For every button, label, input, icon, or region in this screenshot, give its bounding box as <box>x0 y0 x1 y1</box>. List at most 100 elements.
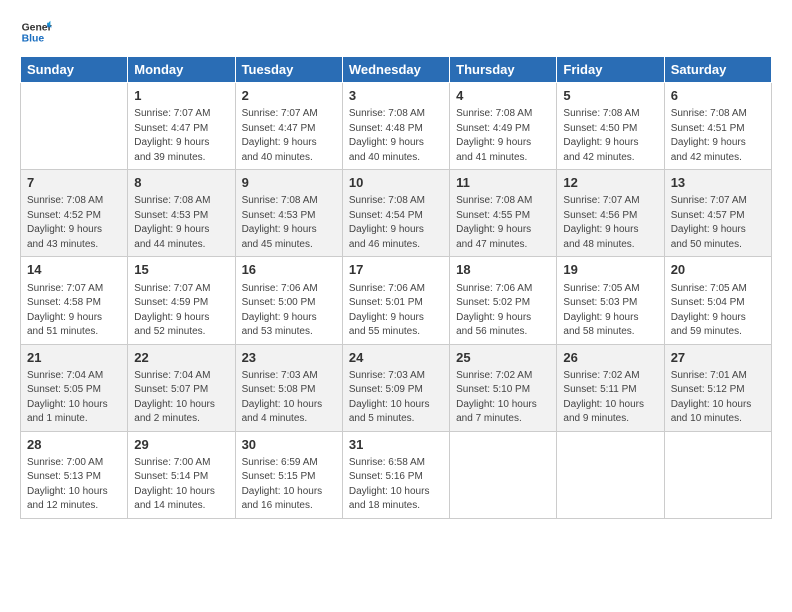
calendar-cell <box>557 431 664 518</box>
calendar-cell: 17 Sunrise: 7:06 AM Sunset: 5:01 PM Dayli… <box>342 257 449 344</box>
day-content: Sunrise: 7:06 AM Sunset: 5:00 PM Dayligh… <box>242 282 336 340</box>
day-number: 22 <box>134 349 228 367</box>
calendar-cell: 9 Sunrise: 7:08 AM Sunset: 4:53 PM Daylig… <box>235 170 342 257</box>
day-content: Sunrise: 7:01 AM Sunset: 5:12 PM Dayligh… <box>671 369 765 427</box>
day-number: 15 <box>134 261 228 279</box>
day-number: 13 <box>671 174 765 192</box>
calendar-cell: 3 Sunrise: 7:08 AM Sunset: 4:48 PM Daylig… <box>342 83 449 170</box>
calendar-cell <box>664 431 771 518</box>
calendar-table: SundayMondayTuesdayWednesdayThursdayFrid… <box>20 56 772 519</box>
day-content: Sunrise: 7:05 AM Sunset: 5:03 PM Dayligh… <box>563 282 657 340</box>
day-number: 27 <box>671 349 765 367</box>
day-number: 4 <box>456 87 550 105</box>
calendar-cell: 5 Sunrise: 7:08 AM Sunset: 4:50 PM Daylig… <box>557 83 664 170</box>
calendar-cell: 21 Sunrise: 7:04 AM Sunset: 5:05 PM Dayli… <box>21 344 128 431</box>
calendar-cell: 23 Sunrise: 7:03 AM Sunset: 5:08 PM Dayli… <box>235 344 342 431</box>
calendar-cell: 14 Sunrise: 7:07 AM Sunset: 4:58 PM Dayli… <box>21 257 128 344</box>
day-content: Sunrise: 7:06 AM Sunset: 5:01 PM Dayligh… <box>349 282 443 340</box>
day-number: 5 <box>563 87 657 105</box>
day-content: Sunrise: 7:08 AM Sunset: 4:50 PM Dayligh… <box>563 107 657 165</box>
calendar-cell: 27 Sunrise: 7:01 AM Sunset: 5:12 PM Dayli… <box>664 344 771 431</box>
day-content: Sunrise: 7:03 AM Sunset: 5:08 PM Dayligh… <box>242 369 336 427</box>
calendar-cell: 20Sunrise: 7:05 AM Sunset: 5:04 PM Dayli… <box>664 257 771 344</box>
day-content: Sunrise: 7:08 AM Sunset: 4:48 PM Dayligh… <box>349 107 443 165</box>
day-number: 17 <box>349 261 443 279</box>
day-content: Sunrise: 7:08 AM Sunset: 4:53 PM Dayligh… <box>134 194 228 252</box>
day-content: Sunrise: 7:04 AM Sunset: 5:05 PM Dayligh… <box>27 369 121 427</box>
calendar-cell: 4 Sunrise: 7:08 AM Sunset: 4:49 PM Daylig… <box>450 83 557 170</box>
calendar-cell: 18Sunrise: 7:06 AM Sunset: 5:02 PM Dayli… <box>450 257 557 344</box>
week-row-3: 14 Sunrise: 7:07 AM Sunset: 4:58 PM Dayli… <box>21 257 772 344</box>
calendar-cell: 13 Sunrise: 7:07 AM Sunset: 4:57 PM Dayli… <box>664 170 771 257</box>
day-number: 26 <box>563 349 657 367</box>
header-row: SundayMondayTuesdayWednesdayThursdayFrid… <box>21 57 772 83</box>
logo-icon: General Blue <box>20 16 52 48</box>
day-content: Sunrise: 7:08 AM Sunset: 4:54 PM Dayligh… <box>349 194 443 252</box>
day-number: 30 <box>242 436 336 454</box>
day-number: 21 <box>27 349 121 367</box>
day-content: Sunrise: 7:07 AM Sunset: 4:56 PM Dayligh… <box>563 194 657 252</box>
calendar-cell <box>450 431 557 518</box>
day-number: 9 <box>242 174 336 192</box>
page: General Blue SundayMondayTuesdayWednesda… <box>0 0 792 529</box>
day-content: Sunrise: 7:07 AM Sunset: 4:47 PM Dayligh… <box>134 107 228 165</box>
day-content: Sunrise: 7:00 AM Sunset: 5:14 PM Dayligh… <box>134 456 228 514</box>
calendar-cell: 22 Sunrise: 7:04 AM Sunset: 5:07 PM Dayli… <box>128 344 235 431</box>
day-content: Sunrise: 7:08 AM Sunset: 4:55 PM Dayligh… <box>456 194 550 252</box>
day-number: 10 <box>349 174 443 192</box>
day-content: Sunrise: 7:07 AM Sunset: 4:59 PM Dayligh… <box>134 282 228 340</box>
col-header-tuesday: Tuesday <box>235 57 342 83</box>
day-number: 25 <box>456 349 550 367</box>
col-header-monday: Monday <box>128 57 235 83</box>
calendar-cell: 25 Sunrise: 7:02 AM Sunset: 5:10 PM Dayli… <box>450 344 557 431</box>
calendar-cell: 31 Sunrise: 6:58 AM Sunset: 5:16 PM Dayli… <box>342 431 449 518</box>
calendar-cell: 8 Sunrise: 7:08 AM Sunset: 4:53 PM Daylig… <box>128 170 235 257</box>
day-content: Sunrise: 7:08 AM Sunset: 4:52 PM Dayligh… <box>27 194 121 252</box>
calendar-cell: 28 Sunrise: 7:00 AM Sunset: 5:13 PM Dayli… <box>21 431 128 518</box>
calendar-cell: 26Sunrise: 7:02 AM Sunset: 5:11 PM Dayli… <box>557 344 664 431</box>
day-number: 11 <box>456 174 550 192</box>
day-content: Sunrise: 7:05 AM Sunset: 5:04 PM Dayligh… <box>671 282 765 340</box>
day-content: Sunrise: 7:04 AM Sunset: 5:07 PM Dayligh… <box>134 369 228 427</box>
day-number: 3 <box>349 87 443 105</box>
day-content: Sunrise: 7:08 AM Sunset: 4:53 PM Dayligh… <box>242 194 336 252</box>
calendar-cell: 12 Sunrise: 7:07 AM Sunset: 4:56 PM Dayli… <box>557 170 664 257</box>
day-number: 1 <box>134 87 228 105</box>
day-number: 16 <box>242 261 336 279</box>
logo: General Blue <box>20 16 52 48</box>
calendar-cell: 16 Sunrise: 7:06 AM Sunset: 5:00 PM Dayli… <box>235 257 342 344</box>
day-number: 28 <box>27 436 121 454</box>
day-content: Sunrise: 7:07 AM Sunset: 4:58 PM Dayligh… <box>27 282 121 340</box>
day-number: 14 <box>27 261 121 279</box>
calendar-cell: 10 Sunrise: 7:08 AM Sunset: 4:54 PM Dayli… <box>342 170 449 257</box>
day-content: Sunrise: 6:58 AM Sunset: 5:16 PM Dayligh… <box>349 456 443 514</box>
day-content: Sunrise: 6:59 AM Sunset: 5:15 PM Dayligh… <box>242 456 336 514</box>
day-number: 7 <box>27 174 121 192</box>
day-content: Sunrise: 7:07 AM Sunset: 4:47 PM Dayligh… <box>242 107 336 165</box>
svg-text:Blue: Blue <box>22 34 45 45</box>
col-header-wednesday: Wednesday <box>342 57 449 83</box>
day-number: 31 <box>349 436 443 454</box>
day-content: Sunrise: 7:08 AM Sunset: 4:49 PM Dayligh… <box>456 107 550 165</box>
day-number: 12 <box>563 174 657 192</box>
header: General Blue <box>20 16 772 48</box>
day-number: 8 <box>134 174 228 192</box>
day-number: 23 <box>242 349 336 367</box>
day-content: Sunrise: 7:08 AM Sunset: 4:51 PM Dayligh… <box>671 107 765 165</box>
week-row-1: 1 Sunrise: 7:07 AM Sunset: 4:47 PM Daylig… <box>21 83 772 170</box>
day-content: Sunrise: 7:07 AM Sunset: 4:57 PM Dayligh… <box>671 194 765 252</box>
calendar-cell: 1 Sunrise: 7:07 AM Sunset: 4:47 PM Daylig… <box>128 83 235 170</box>
calendar-cell: 24Sunrise: 7:03 AM Sunset: 5:09 PM Dayli… <box>342 344 449 431</box>
calendar-cell: 29Sunrise: 7:00 AM Sunset: 5:14 PM Dayli… <box>128 431 235 518</box>
calendar-cell: 11 Sunrise: 7:08 AM Sunset: 4:55 PM Dayli… <box>450 170 557 257</box>
col-header-friday: Friday <box>557 57 664 83</box>
col-header-sunday: Sunday <box>21 57 128 83</box>
week-row-2: 7 Sunrise: 7:08 AM Sunset: 4:52 PM Daylig… <box>21 170 772 257</box>
day-number: 2 <box>242 87 336 105</box>
day-content: Sunrise: 7:00 AM Sunset: 5:13 PM Dayligh… <box>27 456 121 514</box>
col-header-saturday: Saturday <box>664 57 771 83</box>
week-row-5: 28 Sunrise: 7:00 AM Sunset: 5:13 PM Dayli… <box>21 431 772 518</box>
calendar-cell: 2 Sunrise: 7:07 AM Sunset: 4:47 PM Daylig… <box>235 83 342 170</box>
day-content: Sunrise: 7:02 AM Sunset: 5:10 PM Dayligh… <box>456 369 550 427</box>
day-content: Sunrise: 7:06 AM Sunset: 5:02 PM Dayligh… <box>456 282 550 340</box>
